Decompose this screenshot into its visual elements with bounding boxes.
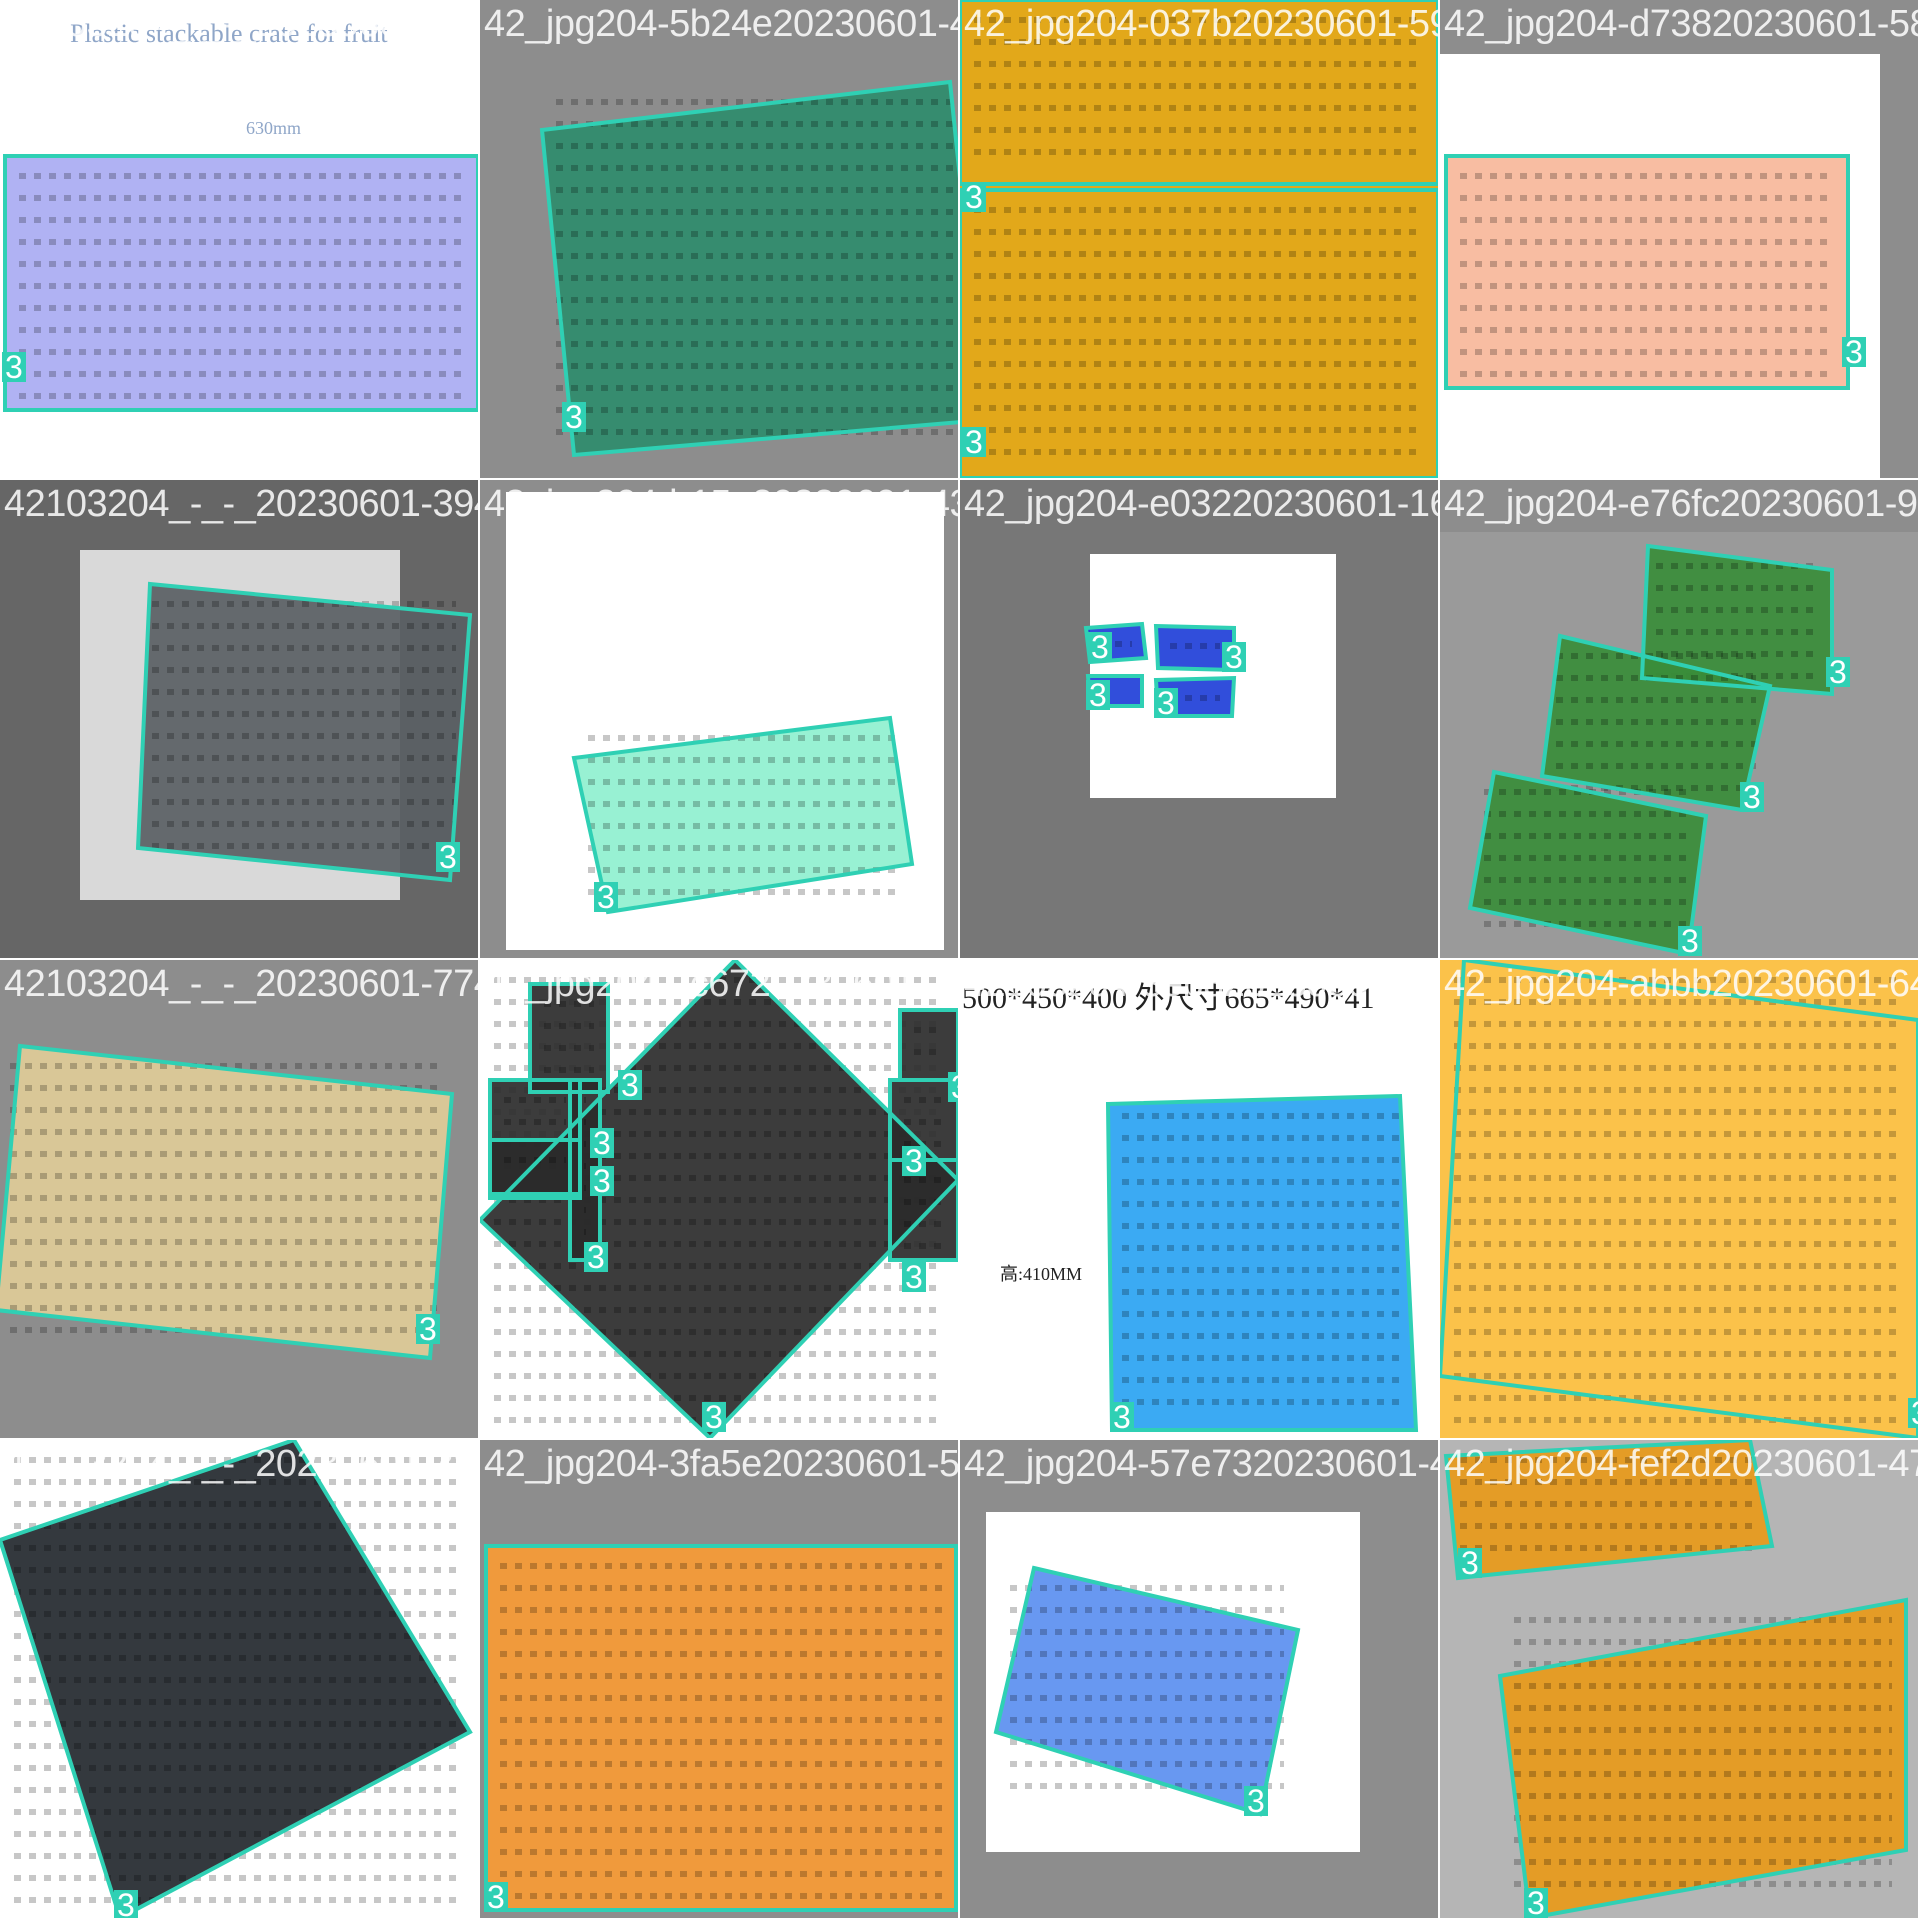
crate-image <box>542 82 958 455</box>
tile-canvas: 33333333 <box>480 960 958 1438</box>
class-label: 3 <box>593 1125 611 1161</box>
class-label: 3 <box>1225 639 1243 675</box>
class-label: 3 <box>593 1163 611 1199</box>
tile-filename: 42103204_-_-_20230601-1042103204-15b24e <box>4 3 478 45</box>
class-label: 3 <box>965 424 983 460</box>
class-label: 3 <box>117 1887 135 1918</box>
class-label: 3 <box>1829 654 1847 690</box>
mosaic-tile: 3 42_jpg204-5b24e20230601-4642103204-037b <box>480 0 958 478</box>
class-label: 3 <box>905 1259 923 1295</box>
mosaic-tile: 3 Plastic stackable crate for fruit 630mm 4… <box>0 0 478 478</box>
tile-canvas: 3500*450*400 外尺寸665*490*41高:410MM <box>962 982 1419 1435</box>
class-label: 3 <box>1461 1545 1479 1581</box>
image-mosaic: 3 Plastic stackable crate for fruit 630mm 4… <box>0 0 1920 1920</box>
tile-filename: 42_jpg204-e03220230601-1642103204-e76fc <box>964 483 1438 525</box>
class-label: 3 <box>597 879 615 915</box>
class-label: 3 <box>1089 677 1107 713</box>
tile-filename: 42_jpg204-3fa5e20230601-5742103204-57e73 <box>484 1443 958 1485</box>
class-label: 3 <box>1527 1885 1545 1918</box>
tile-filename: 42_jpg204-5b24e20230601-4642103204-037b <box>484 3 958 45</box>
crate-image <box>5 156 478 410</box>
mosaic-tile: 3 42_jpg204-d73820230601-58 <box>1440 0 1918 478</box>
class-label: 3 <box>1113 1399 1131 1435</box>
mosaic-tile: 3 42_jpg204-57e7320230601-4742103204-fef2… <box>960 1440 1438 1918</box>
class-label: 3 <box>1157 685 1175 721</box>
tile-canvas: 3 3 3 <box>1440 532 1918 958</box>
class-label: 3 <box>1247 1783 1265 1819</box>
crate-image <box>486 1546 956 1910</box>
tile-canvas: 3 3 3 3 <box>1083 554 1336 798</box>
class-label: 3 <box>951 1069 958 1105</box>
crate-image <box>1500 1600 1906 1918</box>
mosaic-tile: 3 3 3 3 42_jpg204-e03220230601-1642103204-e7… <box>960 480 1438 958</box>
class-label: 3 <box>905 1143 923 1179</box>
tile-canvas: 3 <box>986 1512 1360 1852</box>
tile-canvas: 3 <box>80 550 473 900</box>
mosaic-tile: 3 42_jpg204-3fa5e20230601-5742103204-57e7… <box>480 1440 958 1918</box>
class-label: 3 <box>621 1067 639 1103</box>
tile-canvas: 3 <box>506 492 944 950</box>
tile-filename: 42_jpg204-b15e20230601-4342103204-e032 <box>484 483 958 525</box>
tile-canvas: 3 <box>1440 54 1880 478</box>
mosaic-tile: 3 42103204_-_-_20230601-3942103204-b15e <box>0 480 478 958</box>
dimension-label: 630mm <box>246 118 301 138</box>
class-label: 3 <box>1743 779 1761 815</box>
class-label: 3 <box>965 179 983 215</box>
tile-filename: 42_jpg204-fef2d20230601-47 <box>1444 1443 1918 1485</box>
mosaic-tile: 3 42_jpg204-b15e20230601-4342103204-e032 <box>480 480 958 958</box>
tile-filename: 42_jpg204-037b20230601-5942103204-d738 <box>964 3 1438 45</box>
class-label: 3 <box>1681 923 1699 958</box>
tile-canvas: 3 <box>0 1440 473 1918</box>
class-label: 3 <box>419 1311 437 1347</box>
tile-filename: 42103204_-_-_20230601-3942103204-b15e <box>4 483 478 525</box>
mosaic-tile: 3 42103204_-_-_20230601-3842_jpg204-3fa5e <box>0 1440 478 1918</box>
crate-image <box>0 1440 470 1918</box>
tile-canvas: 3 <box>484 1544 958 1915</box>
tile-filename: 42103204_-_-_20230601-7742103204-2c67 <box>4 963 478 1005</box>
crate-image <box>490 1140 580 1194</box>
tile-canvas: 3Plastic stackable crate for fruit630mm <box>2 19 478 412</box>
mosaic-tile: 3342_jpg204-037b20230601-5942103204-d738 <box>960 0 1438 478</box>
class-label: 3 <box>565 399 583 435</box>
tile-canvas: 33 <box>1443 1440 1908 1918</box>
mosaic-tile: 3 42103204_-_-_20230601-7742103204-2c67 <box>0 960 478 1438</box>
mosaic-tile: 3333333342_jpg204-2c6720230601-104210320… <box>480 960 958 1438</box>
mosaic-tile: 3 42_jpg204-abbb20230601-64 <box>1440 960 1918 1438</box>
tile-filename: 42_jpg204-57e7320230601-4742103204-fef2d <box>964 1443 1438 1485</box>
class-label: 3 <box>1091 629 1109 665</box>
mosaic-tile: 3 3 3 42_jpg204-e76fc20230601-93 <box>1440 480 1918 958</box>
tile-filename: 42_jpg204-d73820230601-58 <box>1444 3 1918 45</box>
tile-filename: 42103204_-_-_20230601-3842_jpg204-3fa5e <box>4 1443 478 1485</box>
class-label: 3 <box>587 1239 605 1275</box>
class-label: 3 <box>439 839 457 875</box>
tile-canvas: 3 <box>539 79 958 458</box>
class-label: 3 <box>1911 1395 1918 1431</box>
tile-filename: 42_jpg204-abbb20230601-64 <box>1444 963 1918 1005</box>
crate-image <box>900 1010 958 1080</box>
tile-canvas: 3 <box>1440 960 1918 1438</box>
tile-filename: 42_jpg204-2c6720230601-1042103204-3eb8 <box>484 963 958 1005</box>
crate-image <box>0 1046 452 1358</box>
tile-canvas: 3 <box>0 1043 455 1361</box>
mosaic-tile: 3 500*450*400 外尺寸665*490*41 高:410MM 4210320… <box>960 960 1438 1438</box>
class-label: 3 <box>487 1879 505 1915</box>
dimension-label: 高:410MM <box>1000 1264 1082 1284</box>
class-label: 3 <box>5 349 23 385</box>
tile-canvas: 33 <box>960 0 1438 478</box>
class-label: 3 <box>1845 334 1863 370</box>
class-label: 3 <box>705 1399 723 1435</box>
tile-filename: 42103204-3eb820230601-3542_jpg204-abbb <box>964 963 1438 1005</box>
mosaic-tile: 3 3 42_jpg204-fef2d20230601-47 <box>1440 1440 1918 1918</box>
tile-filename: 42_jpg204-e76fc20230601-93 <box>1444 483 1918 525</box>
